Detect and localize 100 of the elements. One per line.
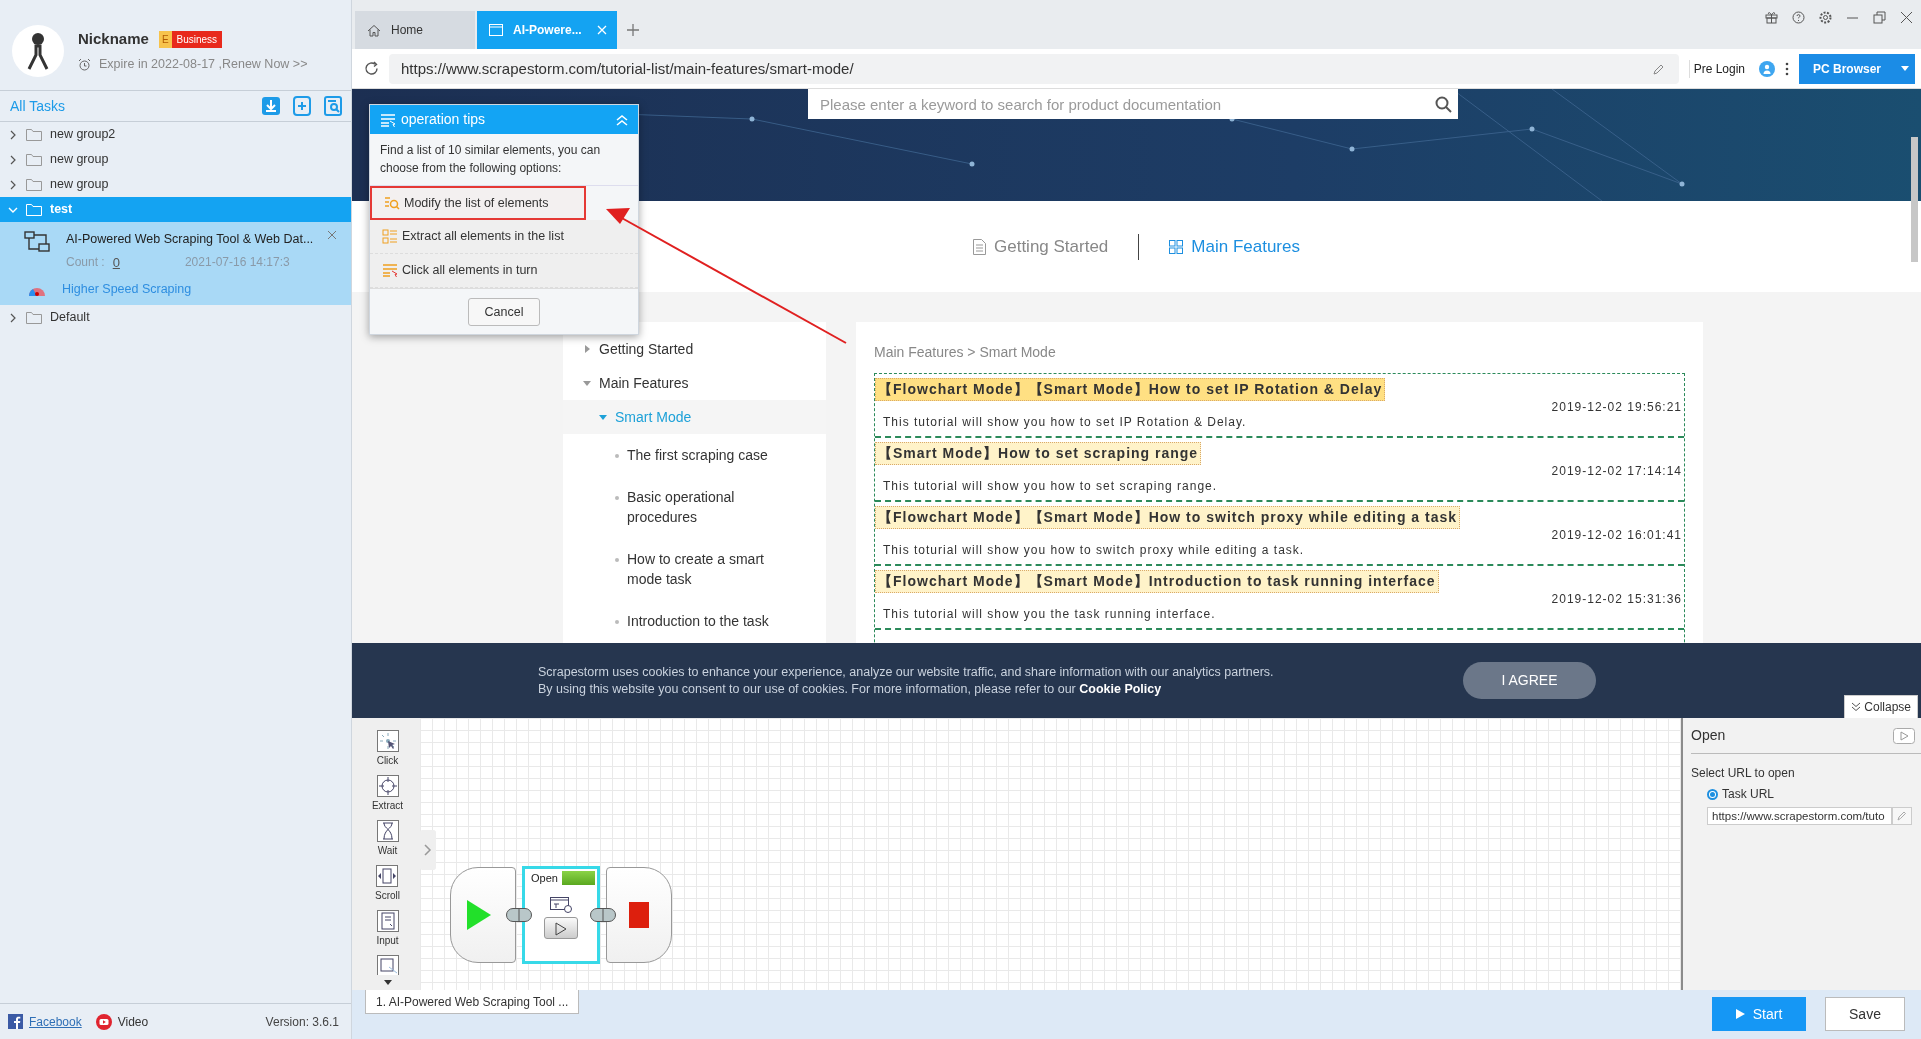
url-field[interactable]: https://www.scrapestorm.com/tuto (1707, 807, 1892, 825)
task-tab[interactable]: 1. AI-Powered Web Scraping Tool ... (365, 990, 580, 1014)
folder-icon (26, 178, 42, 191)
search-icon (1435, 96, 1452, 113)
tool-button[interactable]: Scroll (375, 865, 400, 910)
gift-icon[interactable] (1765, 11, 1778, 24)
breadcrumb: Main Features > Smart Mode (874, 343, 1057, 362)
edit-button[interactable] (1892, 807, 1912, 825)
help-icon[interactable] (1792, 11, 1805, 24)
tool-button[interactable]: Extract (371, 775, 404, 820)
settings-icon[interactable] (1819, 11, 1832, 24)
list-icon (380, 112, 396, 127)
article-title[interactable]: 【Flowchart Mode】【Smart Mode】How to switch proxy while editing a task (875, 506, 1461, 529)
bullet-icon (615, 496, 619, 500)
browser-mode-button[interactable]: PC Browser (1799, 53, 1915, 84)
group-item[interactable]: new group2 (0, 122, 351, 147)
option-item[interactable]: Modify the list of elements (370, 186, 586, 220)
article-summary: This tutorial will show you the task running interface. (883, 606, 1217, 623)
plan-letter: E (158, 31, 172, 49)
group-item[interactable]: new group (0, 172, 351, 197)
more-icon[interactable] (1785, 61, 1789, 76)
agree-button[interactable]: I AGREE (1463, 662, 1596, 699)
open-node[interactable]: Open (522, 866, 600, 964)
browser-tab[interactable]: Home (355, 11, 475, 49)
collapse-icon[interactable] (616, 113, 628, 126)
section-tab[interactable]: Getting Started (967, 232, 1115, 261)
edit-icon[interactable] (1652, 62, 1665, 75)
count-label: Count : (66, 253, 105, 271)
add-icon[interactable] (627, 24, 639, 36)
close-icon[interactable] (327, 230, 337, 240)
article-title[interactable]: 【Smart Mode】How to set scraping range (875, 442, 1202, 465)
click-tool-icon (376, 730, 399, 752)
refresh-icon[interactable] (364, 61, 379, 76)
grid-icon (1169, 239, 1184, 254)
bullet-icon (615, 620, 619, 624)
select-tool-icon[interactable] (376, 955, 399, 975)
folder-icon (26, 153, 42, 166)
article-title[interactable]: 【Flowchart Mode】【Smart Mode】How to set IP Rotation & Delay (875, 378, 1386, 401)
caret-icon[interactable] (599, 413, 607, 421)
scroll-down-icon[interactable] (383, 980, 392, 985)
double-chevron-icon (1851, 702, 1862, 712)
tool-button[interactable]: Wait (376, 820, 399, 865)
task-card[interactable]: AI-Powered Web Scraping Tool & Web Dat... Count : 0 2021-07-16 14:17:3 Higher Speed Scraping (0, 222, 351, 305)
nav-item[interactable]: Introduction to the task (563, 600, 826, 642)
group-item[interactable]: Default (0, 305, 351, 330)
start-icon (466, 899, 492, 931)
start-node[interactable] (450, 867, 516, 963)
nav-item[interactable]: How to create a smart mode task (563, 538, 826, 600)
group-item[interactable]: new group (0, 147, 351, 172)
caret-icon[interactable] (583, 345, 591, 353)
add-icon[interactable] (292, 96, 312, 116)
nav-item[interactable]: Basic operational procedures (563, 476, 826, 538)
article-date: 2019-12-02 19:56:21 (1551, 399, 1682, 416)
window-icon (489, 24, 503, 36)
save-button[interactable]: Save (1825, 997, 1905, 1031)
all-tasks-label: All Tasks (10, 96, 65, 116)
collapse-button[interactable]: Collapse (1844, 695, 1918, 718)
count-value[interactable]: 0 (112, 252, 120, 273)
nav-item[interactable]: Getting Started (563, 332, 826, 366)
address-field[interactable]: https://www.scrapestorm.com/tutorial-list/main-features/smart-mode/ (389, 53, 1679, 84)
task-time: 2021-07-16 14:17:3 (184, 253, 290, 271)
close-icon[interactable] (1900, 11, 1913, 24)
video-icon (95, 1013, 112, 1030)
nav-item[interactable]: Main Features (563, 366, 826, 400)
article-date: 2019-12-02 15:31:36 (1551, 591, 1682, 608)
tool-button[interactable]: Click (376, 730, 399, 775)
login-button[interactable]: Pre Login (1688, 59, 1749, 78)
restore-icon[interactable] (1873, 11, 1886, 24)
input-tool-icon (376, 910, 399, 932)
extract-tool-icon (376, 775, 399, 797)
caret-icon[interactable] (583, 379, 591, 387)
search-field[interactable]: Please enter a keyword to search for product documentation (808, 89, 1458, 119)
node-label: Open (527, 871, 562, 885)
article-title[interactable]: 【Flowchart Mode】【Smart Mode】Introduction to task running interface (875, 570, 1439, 593)
facebook-link[interactable]: Facebook (29, 1012, 82, 1031)
video-link[interactable]: Video (117, 1012, 149, 1031)
extract-icon (382, 229, 398, 244)
cancel-button[interactable]: Cancel (468, 298, 540, 326)
flowchart-icon (24, 230, 50, 254)
option-item[interactable]: Extract all elements in the list (370, 220, 638, 254)
bullet-icon (615, 454, 619, 458)
scroll-tool-icon (376, 865, 399, 887)
radio-button[interactable] (1707, 788, 1718, 800)
folder-icon (26, 203, 42, 216)
run-button[interactable] (544, 917, 578, 939)
end-node[interactable] (606, 867, 672, 963)
tool-button[interactable]: Input (376, 910, 399, 955)
nav-item[interactable]: The first scraping case (563, 434, 826, 476)
import-icon[interactable] (261, 96, 281, 116)
article-date: 2019-12-02 16:01:41 (1551, 527, 1682, 544)
run-icon[interactable] (1893, 727, 1915, 744)
search-icon[interactable] (323, 96, 343, 116)
facebook-icon (8, 1014, 23, 1029)
cookie-notice-text: Scrapestorm uses cookies to enhance your experience, analyze our website traffic, and share information with our analytics partners. (538, 663, 1274, 681)
user-icon[interactable] (1759, 60, 1775, 77)
option-item[interactable]: Click all elements in turn (370, 254, 638, 288)
task-title: AI-Powered Web Scraping Tool & Web Dat... (66, 231, 314, 248)
section-tab[interactable]: Main Features (1163, 232, 1306, 261)
scrollbar[interactable] (1911, 137, 1918, 262)
article-summary: This toturial will show you how to switch proxy while editing a task. (883, 542, 1306, 559)
